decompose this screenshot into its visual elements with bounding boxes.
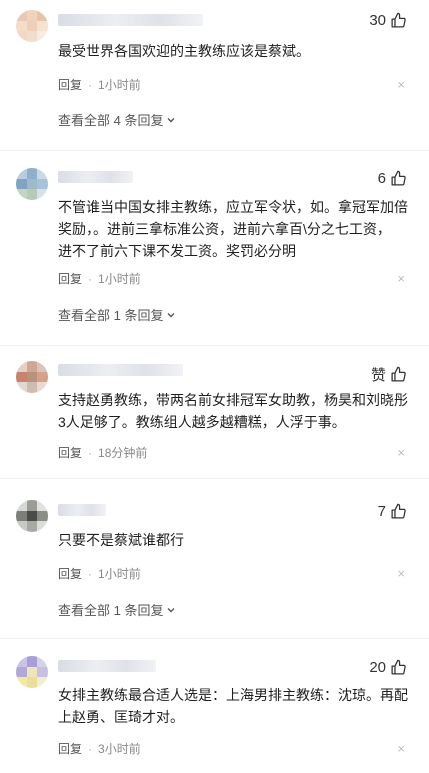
- comment-meta: 回复 · 1小时前: [58, 565, 141, 582]
- timestamp: 3小时前: [98, 742, 141, 756]
- comment-meta: 回复 · 3小时前: [58, 740, 141, 757]
- divider: [0, 150, 429, 151]
- separator-dot: ·: [88, 445, 93, 460]
- divider: [0, 478, 429, 479]
- avatar[interactable]: [16, 500, 48, 532]
- chevron-down-icon: [167, 312, 175, 317]
- view-all-replies-button[interactable]: 查看全部 1 条回复: [58, 600, 176, 619]
- thumbs-up-icon: [391, 170, 406, 186]
- like-button[interactable]: 20: [369, 659, 407, 676]
- timestamp: 18分钟前: [98, 446, 148, 460]
- comment-meta: 回复 · 18分钟前: [58, 444, 147, 461]
- like-button[interactable]: 赞: [371, 364, 407, 385]
- separator-dot: ·: [88, 566, 93, 581]
- comment-text: 只要不是蔡斌谁都行: [58, 532, 184, 548]
- comment-meta: 回复 · 1小时前: [58, 76, 141, 93]
- view-all-label: 查看全部 1 条回复: [58, 603, 164, 618]
- like-count: 6: [377, 170, 386, 187]
- chevron-down-icon: [167, 607, 175, 612]
- view-all-label: 查看全部 4 条回复: [58, 113, 164, 128]
- separator-dot: ·: [88, 741, 93, 756]
- username-blurred[interactable]: [58, 14, 203, 26]
- close-icon[interactable]: ×: [397, 272, 405, 285]
- thumbs-up-icon: [391, 659, 406, 675]
- comment-text: 支持赵勇教练，带两名前女排冠军女助教，杨昊和刘晓彤 3人足够了。教练组人越多越糟…: [58, 392, 408, 430]
- avatar[interactable]: [16, 361, 48, 393]
- username-blurred[interactable]: [58, 660, 156, 672]
- divider: [0, 638, 429, 639]
- timestamp: 1小时前: [98, 272, 141, 286]
- reply-button[interactable]: 回复: [58, 565, 82, 582]
- separator-dot: ·: [88, 271, 93, 286]
- comment-text: 最受世界各国欢迎的主教练应该是蔡斌。: [58, 43, 310, 59]
- avatar[interactable]: [16, 10, 48, 42]
- timestamp: 1小时前: [98, 567, 141, 581]
- close-icon[interactable]: ×: [397, 567, 405, 580]
- timestamp: 1小时前: [98, 78, 141, 92]
- like-count: 7: [377, 503, 386, 520]
- close-icon[interactable]: ×: [397, 78, 405, 91]
- avatar[interactable]: [16, 168, 48, 200]
- separator-dot: ·: [88, 77, 93, 92]
- reply-button[interactable]: 回复: [58, 270, 82, 287]
- chevron-down-icon: [167, 117, 175, 122]
- like-button[interactable]: 30: [369, 12, 407, 29]
- reply-button[interactable]: 回复: [58, 740, 82, 757]
- username-blurred[interactable]: [58, 364, 183, 376]
- close-icon[interactable]: ×: [397, 742, 405, 755]
- like-count: 赞: [370, 367, 386, 384]
- thumbs-up-icon: [391, 366, 406, 382]
- view-all-replies-button[interactable]: 查看全部 1 条回复: [58, 305, 176, 324]
- like-count: 30: [369, 12, 386, 29]
- comment-text: 女排主教练最合适人选是：上海男排主教练：沈琼。再配 上赵勇、匡琦才对。: [58, 687, 408, 725]
- divider: [0, 345, 429, 346]
- thumbs-up-icon: [391, 503, 406, 519]
- like-count: 20: [369, 659, 386, 676]
- close-icon[interactable]: ×: [397, 446, 405, 459]
- view-all-replies-button[interactable]: 查看全部 4 条回复: [58, 110, 176, 129]
- like-button[interactable]: 7: [378, 503, 407, 520]
- comment-text: 不管谁当中国女排主教练，应立军令状，如。拿冠军加倍 奖励，。进前三拿标准公资，进…: [58, 199, 408, 259]
- reply-button[interactable]: 回复: [58, 76, 82, 93]
- view-all-label: 查看全部 1 条回复: [58, 308, 164, 323]
- reply-button[interactable]: 回复: [58, 444, 82, 461]
- like-button[interactable]: 6: [378, 170, 407, 187]
- comment-meta: 回复 · 1小时前: [58, 270, 141, 287]
- avatar[interactable]: [16, 656, 48, 688]
- thumbs-up-icon: [391, 12, 406, 28]
- username-blurred[interactable]: [58, 171, 133, 183]
- username-blurred[interactable]: [58, 504, 106, 516]
